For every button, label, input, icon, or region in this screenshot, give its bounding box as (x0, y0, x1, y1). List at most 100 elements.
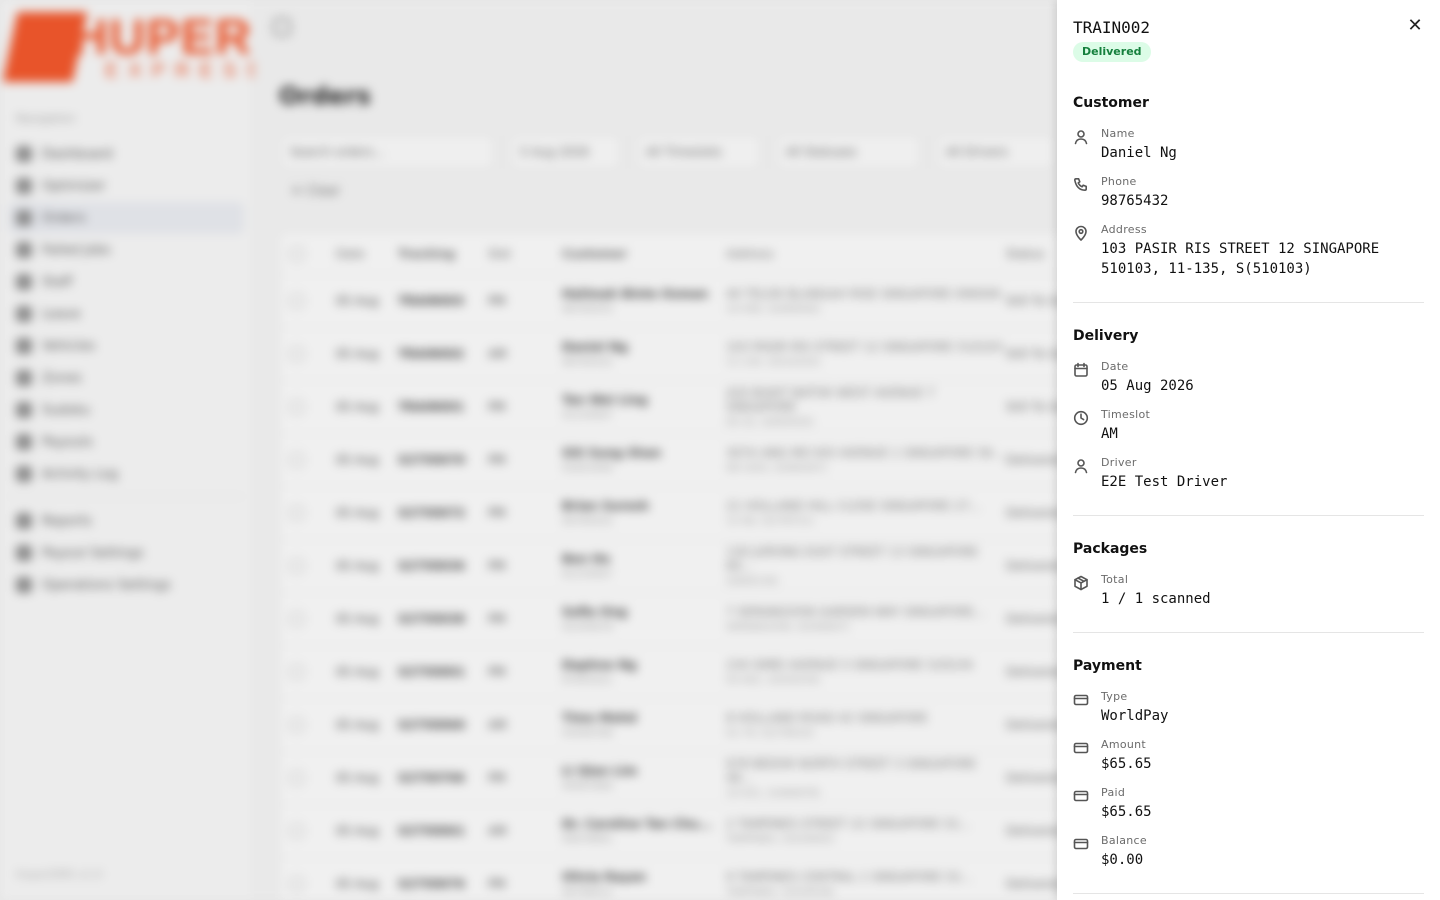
row-checkbox[interactable] (290, 612, 304, 626)
phone-icon (1073, 177, 1089, 193)
sidebar-item[interactable]: Leave (8, 298, 244, 330)
address-line: 21 HOLLAND HILL CLOSE SINGAPORE 27... (726, 499, 982, 513)
sidebar-item[interactable]: Failed Jobs (8, 234, 244, 266)
cell-customer: Ben Ho 81234567 (562, 552, 726, 580)
column-header[interactable]: Customer (562, 247, 726, 261)
cell-date: 05 Aug (336, 612, 379, 626)
customer-phone: 94567890 (562, 781, 613, 792)
cell-tracking: S2750706 (398, 771, 466, 785)
cell-tracking: TRAIN003 (398, 294, 465, 308)
address-line: 2 TAMPINES STREET 22 SINGAPORE 52... (726, 817, 971, 831)
nav-icon (16, 402, 32, 418)
cell-customer: Li Qian Lim 94567890 (562, 764, 726, 792)
column-header[interactable]: Address (726, 247, 1006, 261)
payment-amount-label: Amount (1101, 738, 1147, 751)
sidebar-nav: Dashboard Optimizer Orders Failed Jobs Staff… (8, 138, 244, 601)
nav-icon (16, 434, 32, 450)
nav-icon (16, 242, 32, 258)
row-select-cell (280, 877, 336, 891)
clear-filters-button[interactable]: ✕ Clear (291, 184, 340, 199)
address-unit: 08-1043, S(560307) (726, 463, 827, 474)
order-tracking-title: TRAIN002 (1073, 18, 1151, 37)
sidebar-item[interactable]: Staff (8, 266, 244, 298)
customer-name: Ben Ho (562, 552, 611, 566)
address-unit: TAMPINES, S(529002) (726, 834, 835, 845)
filter-bar: Search orders... 5 Aug 2026 All Timeslot… (279, 134, 1055, 170)
status-filter[interactable]: All Statuses (775, 134, 921, 170)
cell-date: 05 Aug (336, 771, 379, 785)
row-checkbox[interactable] (290, 400, 304, 414)
calendar-icon (1073, 362, 1089, 378)
customer-phone: 90765432 (562, 516, 613, 527)
cell-slot: PM (488, 506, 506, 520)
address-line: 678 BEDOK NORTH STREET 3 SINGAPORE 46... (726, 757, 977, 785)
row-checkbox[interactable] (290, 453, 304, 467)
timeslot-filter[interactable]: All Timeslots (635, 134, 761, 170)
address-unit: 05-32, S(650420) (726, 417, 814, 428)
cell-tracking: TRAIN002 (398, 347, 465, 361)
address-unit: 10-421, S(460678) (726, 788, 821, 799)
section-divider (1073, 893, 1424, 894)
row-checkbox[interactable] (290, 824, 304, 838)
row-checkbox[interactable] (290, 771, 304, 785)
sidebar-item[interactable]: Optimizer (8, 170, 244, 202)
cell-tracking: S2750060 (398, 718, 466, 732)
sidebar-item[interactable]: Payouts (8, 426, 244, 458)
cell-customer: Daphne Ng 87654321 (562, 658, 726, 686)
sidebar-item[interactable]: Vehicles (8, 330, 244, 362)
search-input[interactable]: Search orders... (279, 134, 495, 170)
sidebar-item-label: Activity Log (42, 466, 118, 482)
sidebar-item[interactable]: Payout Settings (8, 537, 244, 569)
delivery-timeslot-label: Timeslot (1101, 408, 1151, 421)
sidebar-item[interactable]: Operations Settings (8, 569, 244, 601)
cell-date: 05 Aug (336, 877, 379, 891)
address-line: 9 TAMPINES CENTRAL 1 SINGAPORE 52... (726, 870, 973, 884)
cell-date: 05 Aug (336, 347, 379, 361)
customer-name: Daphne Ng (562, 658, 637, 672)
row-checkbox[interactable] (290, 347, 304, 361)
customer-phone: 98765432 (562, 357, 613, 368)
driver-filter[interactable]: All Drivers (935, 134, 1055, 170)
nav-heading: Navigation (16, 112, 76, 125)
row-checkbox[interactable] (290, 294, 304, 308)
cell-date: 05 Aug (336, 824, 379, 838)
row-checkbox[interactable] (290, 559, 304, 573)
row-checkbox[interactable] (290, 665, 304, 679)
column-header[interactable]: Date (336, 247, 398, 261)
cell-customer: Sofia Ong 92345678 (562, 605, 726, 633)
sidebar-item[interactable]: Reports (8, 505, 244, 537)
column-header[interactable]: Slot (488, 247, 562, 261)
payment-balance-value: $0.00 (1101, 852, 1144, 868)
cell-address: 40 TELOK BLANGAH RISE SINGAPORE 090040 10… (726, 287, 1006, 315)
select-all-cell (280, 246, 336, 261)
sidebar-item[interactable]: Zones (8, 362, 244, 394)
page-title: Orders (279, 82, 371, 110)
cell-customer: Brian Suresh 90765432 (562, 499, 726, 527)
column-header[interactable]: Tracking (398, 247, 488, 261)
address-unit: 12-06, S(278721) (726, 516, 814, 527)
sidebar-item[interactable]: Orders (8, 202, 244, 234)
customer-name: Daniel Ng (562, 340, 628, 354)
row-checkbox[interactable] (290, 877, 304, 891)
row-checkbox[interactable] (290, 506, 304, 520)
customer-name: Halimah Binte Osman (562, 287, 709, 301)
row-checkbox[interactable] (290, 718, 304, 732)
date-filter[interactable]: 5 Aug 2026 (509, 134, 621, 170)
sidebar-item-label: Payout Settings (42, 545, 144, 561)
customer-name: Tan Wei Ling (562, 393, 648, 407)
select-all-checkbox[interactable] (290, 246, 304, 261)
cell-date: 05 Aug (336, 294, 379, 308)
nav-icon (16, 210, 32, 226)
section-divider (1073, 515, 1424, 516)
sidebar-item[interactable]: Dashboard (8, 138, 244, 170)
sidebar-item[interactable]: Activity Log (8, 458, 244, 490)
address-line: 420 BUKIT BATOK WEST AVENUE 7 SINGAPORE (726, 386, 935, 414)
cell-customer: Dr. Caroline Tan Chu... 95678901 (562, 817, 726, 845)
delivery-timeslot-value: AM (1101, 426, 1118, 442)
address-unit: 01-79, S(276010) (726, 728, 814, 739)
close-icon[interactable]: ✕ (1405, 16, 1425, 36)
sidebar-toggle-icon[interactable] (273, 18, 291, 36)
section-divider (1073, 632, 1424, 633)
payment-balance-label: Balance (1101, 834, 1147, 847)
sidebar-item[interactable]: Sudoku (8, 394, 244, 426)
